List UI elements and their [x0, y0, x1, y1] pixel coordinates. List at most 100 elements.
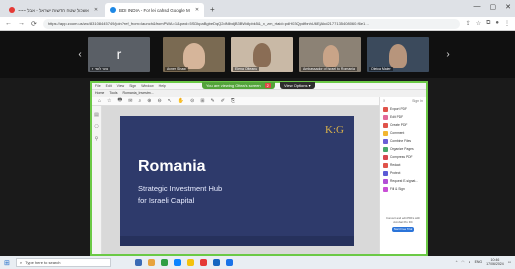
tab-document[interactable]: Romania_Investm...	[123, 91, 154, 96]
volume-icon[interactable]: ◖	[468, 260, 470, 264]
bookmarks-icon[interactable]: ⎔	[92, 124, 101, 130]
acrobat-tabs: Home Tools Romania_Investm...	[92, 90, 426, 97]
page-thumbnails-icon[interactable]: ▤	[92, 112, 101, 118]
screen: ~~~ אשכול שטח חדשות ישראל - אבל ✕ BDI IN…	[0, 0, 515, 269]
new-tab-button[interactable]: +	[206, 3, 219, 17]
minimize-button[interactable]: —	[474, 3, 481, 11]
menu-edit[interactable]: Edit	[106, 84, 112, 88]
wifi-icon[interactable]: ◠	[461, 260, 464, 264]
maximize-button[interactable]: ▢	[490, 3, 497, 11]
zoom-out-icon[interactable]: ⊖	[157, 98, 161, 104]
window-controls: — ▢ ✕	[474, 3, 512, 11]
language-indicator[interactable]: ENG	[475, 260, 483, 264]
tool-label: Fill & Sign	[390, 187, 405, 191]
address-bar-row: ← → ⟳ https://app.zoom.us/wc/83108445749…	[0, 17, 515, 31]
extensions-icon[interactable]: ⧉	[486, 20, 490, 27]
slide-title: Romania	[138, 158, 206, 175]
forward-button[interactable]: →	[18, 20, 25, 27]
address-bar-icons: ⇪ ☆ ⧉ ● ⋮	[466, 20, 510, 27]
taskbar-search[interactable]: ⌕ Type here to search	[15, 258, 111, 267]
url-input[interactable]: https://app.zoom.us/wc/83108445749/join?…	[42, 18, 460, 29]
acrobat-tool-item[interactable]: Edit PDF	[380, 113, 426, 121]
close-window-button[interactable]: ✕	[505, 3, 511, 11]
trial-promo: Convert and edit PDFs with Acrobat Pro D…	[385, 216, 421, 232]
participant-video	[323, 45, 339, 67]
print-icon[interactable]: 🖶	[118, 97, 123, 105]
mail-icon[interactable]: ✉	[128, 98, 132, 104]
participant-tile[interactable]: Ambassador of Israel to Romania	[299, 37, 361, 72]
hand-icon[interactable]: ✋	[178, 98, 184, 104]
search-icon[interactable]: ⌕	[138, 98, 141, 104]
start-trial-button[interactable]: Start Free Trial	[392, 227, 414, 232]
star-icon[interactable]: ☆	[476, 20, 481, 27]
next-page-button[interactable]: ›	[440, 45, 456, 63]
tool-icon	[383, 138, 388, 144]
close-icon[interactable]: ✕	[195, 7, 199, 13]
taskbar-app-icon[interactable]	[199, 259, 207, 266]
sign-in-link[interactable]: Sign In	[412, 99, 423, 103]
menu-sign[interactable]: Sign	[129, 84, 136, 88]
tool-icon	[383, 178, 388, 184]
minus-icon[interactable]: ⊝	[190, 98, 194, 104]
stop-badge[interactable]: 2	[264, 83, 271, 88]
profile-icon[interactable]: ●	[495, 20, 499, 27]
viewing-banner: You are viewing Oltea's screen 2	[202, 82, 275, 89]
acrobat-tool-item[interactable]: Organize Pages	[380, 145, 426, 153]
participant-tile[interactable]: Oleica Maier	[367, 37, 429, 72]
view-options-button[interactable]: View Options ▾	[280, 82, 315, 89]
zoom-in-icon[interactable]: ⊕	[147, 98, 151, 104]
acrobat-tool-item[interactable]: Protect	[380, 169, 426, 177]
menu-window[interactable]: Window	[141, 84, 153, 88]
pen-icon[interactable]: ✐	[221, 98, 225, 104]
taskbar-app-icon[interactable]	[225, 259, 233, 266]
chevron-up-icon[interactable]: ^	[456, 260, 458, 264]
menu-view[interactable]: View	[117, 84, 125, 88]
close-icon[interactable]: ✕	[94, 7, 98, 13]
taskbar-app-icon[interactable]	[173, 259, 181, 266]
acrobat-left-panel: ▤ ⎔ ⚲	[92, 106, 102, 254]
tool-label: Request E-signat...	[390, 179, 419, 183]
prev-page-button[interactable]: ‹	[72, 45, 88, 63]
browser-tab-2[interactable]: BDI INDIA - Fo! lei cahsd Google M ✕	[105, 3, 205, 17]
participant-tile[interactable]: r r נוער לוסי	[88, 37, 150, 72]
participant-tile[interactable]: Elena Olteanu	[231, 37, 293, 72]
notifications-icon[interactable]: ▭	[508, 260, 511, 264]
participant-name: Elena Olteanu	[233, 67, 260, 71]
acrobat-tool-item[interactable]: Export PDF	[380, 105, 426, 113]
tab-tools[interactable]: Tools	[109, 91, 117, 96]
taskbar-app-icon[interactable]	[134, 259, 142, 266]
menu-file[interactable]: File	[95, 84, 101, 88]
back-button[interactable]: ←	[5, 20, 12, 27]
acrobat-tool-item[interactable]: Request E-signat...	[380, 177, 426, 185]
acrobat-tool-item[interactable]: Fill & Sign	[380, 185, 426, 193]
menu-help[interactable]: Help	[159, 84, 166, 88]
participant-strip: ‹ r r נוער לוסי Avner Shaw Elena Olteanu…	[0, 31, 515, 78]
windows-start-icon[interactable]: ⊞	[4, 259, 10, 267]
taskbar-app-icon[interactable]	[186, 259, 194, 266]
tab-home[interactable]: Home	[95, 91, 104, 96]
participant-tile[interactable]: Avner Shaw	[163, 37, 225, 72]
acrobat-tool-item[interactable]: Compress PDF	[380, 153, 426, 161]
share-icon[interactable]: ⇪	[466, 20, 471, 27]
slide-subtitle-line2: for Israeli Capital	[138, 196, 195, 205]
taskbar-app-icon[interactable]	[160, 259, 168, 266]
acrobat-tool-item[interactable]: Redact	[380, 161, 426, 169]
acrobat-tool-item[interactable]: Comment	[380, 129, 426, 137]
menu-icon[interactable]: ⋮	[504, 20, 510, 27]
fit-icon[interactable]: ⊞	[200, 98, 204, 104]
attachments-icon[interactable]: ⚲	[92, 136, 101, 142]
shared-screen: You are viewing Oltea's screen 2 View Op…	[90, 81, 428, 256]
browser-tab-1[interactable]: ~~~ אשכול שטח חדשות ישראל - אבל ✕	[4, 3, 103, 17]
copy-icon[interactable]: ⎘	[231, 98, 235, 104]
home-icon[interactable]: ⌂	[98, 98, 101, 104]
acrobat-tool-item[interactable]: Create PDF	[380, 121, 426, 129]
taskbar-app-icon[interactable]	[212, 259, 220, 266]
clock[interactable]: 10:46 17/06/2024	[486, 258, 504, 266]
select-icon[interactable]: ↖	[168, 98, 172, 104]
help-icon[interactable]: ⍰	[383, 99, 385, 103]
acrobat-tool-item[interactable]: Combine Files	[380, 137, 426, 145]
reload-button[interactable]: ⟳	[31, 20, 37, 28]
bookmark-icon[interactable]: ☆	[107, 98, 111, 104]
taskbar-app-icon[interactable]	[147, 259, 155, 266]
comment-icon[interactable]: ✎	[211, 98, 215, 104]
